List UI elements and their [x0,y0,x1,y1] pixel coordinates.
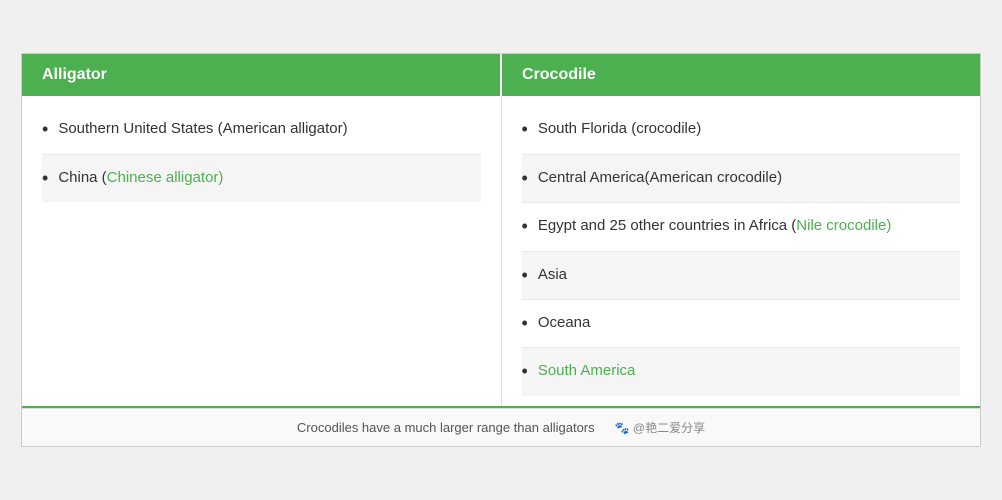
footer: Crocodiles have a much larger range than… [22,408,980,446]
watermark: 🐾 @艳二爱分享 [615,419,705,436]
list-item: • Oceana [522,300,961,348]
comparison-table: Alligator Crocodile • Southern United St… [21,53,981,446]
item-text: Asia [538,264,567,285]
item-text: Egypt and 25 other countries in Africa (… [538,215,892,236]
bullet-icon: • [522,264,528,287]
green-text-chinese-alligator: Chinese alligator) [107,169,224,186]
list-item: • Egypt and 25 other countries in Africa… [522,203,961,251]
item-text-south-america: South America [538,360,636,381]
header-alligator: Alligator [22,54,502,96]
header-crocodile: Crocodile [502,54,980,96]
list-item: • South Florida (crocodile) [522,106,961,154]
bullet-icon: • [42,167,48,190]
item-text: Central America(American crocodile) [538,167,782,188]
bullet-icon: • [522,118,528,141]
green-text-nile-crocodile: Nile crocodile) [796,217,891,234]
alligator-column: • Southern United States (American allig… [22,96,502,405]
bullet-icon: • [522,360,528,383]
bullet-icon: • [522,312,528,335]
list-item: • China (Chinese alligator) [42,155,481,202]
list-item: • Southern United States (American allig… [42,106,481,154]
list-item: • South America [522,348,961,395]
table-header: Alligator Crocodile [22,54,980,96]
bullet-icon: • [522,167,528,190]
bullet-icon: • [522,215,528,238]
list-item: • Asia [522,252,961,300]
footer-text: Crocodiles have a much larger range than… [297,420,595,435]
item-text: China (Chinese alligator) [58,167,223,188]
footer-inner: Crocodiles have a much larger range than… [32,419,970,436]
item-text: Oceana [538,312,591,333]
table-body: • Southern United States (American allig… [22,96,980,407]
crocodile-column: • South Florida (crocodile) • Central Am… [502,96,981,405]
list-item: • Central America(American crocodile) [522,155,961,203]
bullet-icon: • [42,118,48,141]
item-text: South Florida (crocodile) [538,118,701,139]
item-text: Southern United States (American alligat… [58,118,347,139]
